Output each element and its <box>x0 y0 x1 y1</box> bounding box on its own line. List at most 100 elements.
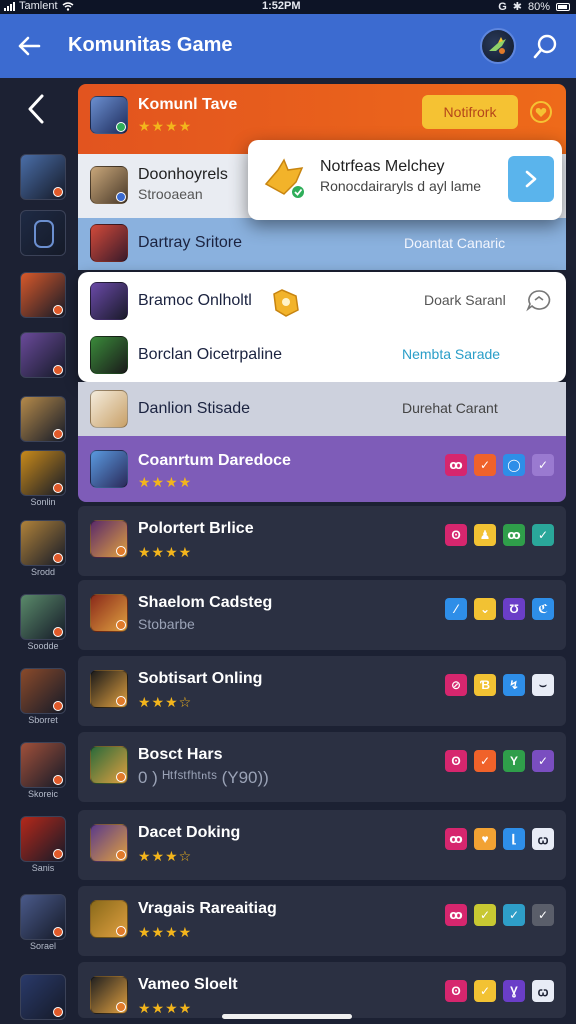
rail-game-item[interactable] <box>20 210 66 257</box>
search-button[interactable] <box>530 32 560 62</box>
game-name: Vragais Rareaitiag <box>138 900 277 917</box>
action-button[interactable]: ꝏ <box>445 828 467 850</box>
game-status: Doark Saranl <box>424 292 506 308</box>
chevron-left-icon <box>28 94 44 124</box>
rail-game-item[interactable] <box>20 272 66 319</box>
notification-popup[interactable]: Notrfeas Melchey Ronocdairaryls d ayl la… <box>248 140 562 220</box>
rail-game-item[interactable] <box>20 974 66 1021</box>
game-row[interactable]: Sobtisart Onling ★★★☆ ⊘ Ɓ ↯ ⌣ <box>78 656 566 726</box>
action-icons: ʘ ✓ Y ✓ <box>445 750 554 772</box>
verified-badge-icon <box>116 546 126 556</box>
game-row[interactable]: Vameo Sloelt ★★★★ ʘ ✓ Ɣꞷ <box>78 962 566 1018</box>
game-row[interactable]: Danlion Stisade Durehat Carant <box>78 382 566 436</box>
action-button[interactable]: ◯ <box>503 454 525 476</box>
game-name: Danlion Stisade <box>138 400 251 417</box>
rail-game-item[interactable]: Sanis <box>20 816 66 873</box>
rail-game-item[interactable] <box>20 396 66 443</box>
rail-game-item[interactable]: Soodde <box>20 594 66 651</box>
game-thumbnail <box>20 154 66 200</box>
rail-game-item[interactable]: Srodd <box>20 520 66 577</box>
carrier-label: Tamlent <box>19 0 58 12</box>
game-thumbnail <box>20 450 66 496</box>
action-button[interactable]: ✓ <box>474 454 496 476</box>
game-row[interactable]: Polortert Brlice ★★★★ ʘ ♟ ꝏ ✓ <box>78 506 566 576</box>
game-name: Coanrtum Daredoce <box>138 452 291 469</box>
action-button[interactable]: ✓ <box>532 524 554 546</box>
action-button[interactable]: Ʊ <box>503 598 525 620</box>
action-button[interactable]: ✓ <box>532 904 554 926</box>
rail-game-label: Soodde <box>27 641 59 651</box>
rail-game-item[interactable]: Sborret <box>20 668 66 725</box>
action-button[interactable]: ꝏ <box>503 524 525 546</box>
notify-button[interactable]: Notifrork <box>422 95 518 129</box>
game-name: Dacet Doking <box>138 824 241 841</box>
heart-icon <box>530 101 552 123</box>
action-button[interactable]: ꞷ <box>532 828 554 850</box>
badge-icon <box>53 775 63 785</box>
game-row[interactable]: Vragais Rareaitiag ★★★★ ꝏ ✓ ✓ ✓ <box>78 886 566 956</box>
game-thumbnail <box>20 210 66 256</box>
action-icons: ꝏ ♥ ⌊ ꞷ <box>445 828 554 850</box>
rail-game-item[interactable]: Sonlin <box>20 450 66 507</box>
action-button[interactable]: ✓ <box>474 904 496 926</box>
badge-icon <box>53 1007 63 1017</box>
action-button[interactable]: ✓ <box>474 750 496 772</box>
rail-game-item[interactable]: Sorael <box>20 894 66 951</box>
popup-open-button[interactable] <box>508 156 554 202</box>
action-button[interactable]: ♟ <box>474 524 496 546</box>
game-row[interactable]: Dartray Sritore Doantat Canaric <box>78 218 566 270</box>
action-button[interactable]: ⌊ <box>503 828 525 850</box>
avatar[interactable] <box>480 28 516 64</box>
action-button[interactable]: ʘ <box>445 750 467 772</box>
rating-stars: ★★★★ <box>138 1000 193 1016</box>
game-group-card[interactable]: Bramoc Onlholtl Doark Saranl Borclan Oic… <box>78 272 566 382</box>
rail-back-button[interactable] <box>22 92 52 126</box>
bird-icon <box>264 158 304 198</box>
rail-game-item[interactable] <box>20 332 66 379</box>
action-button[interactable]: ♥ <box>474 828 496 850</box>
game-thumbnail <box>90 670 128 708</box>
game-row[interactable]: Dacet Doking ★★★☆ ꝏ ♥ ⌊ ꞷ <box>78 810 566 880</box>
action-button[interactable]: ⁄ <box>445 598 467 620</box>
game-thumbnail <box>90 520 128 558</box>
verified-badge-icon <box>116 1002 126 1012</box>
action-button[interactable]: ꞷ <box>532 980 554 1002</box>
action-button[interactable]: Ɣ <box>503 980 525 1002</box>
action-button[interactable]: ✓ <box>474 980 496 1002</box>
verified-badge-icon <box>116 620 126 630</box>
action-button[interactable]: ↯ <box>503 674 525 696</box>
verified-badge-icon <box>116 772 126 782</box>
action-button[interactable]: ✓ <box>532 750 554 772</box>
action-button[interactable]: ⌣ <box>532 674 554 696</box>
game-thumbnail <box>20 894 66 940</box>
action-button[interactable]: ⌄ <box>474 598 496 620</box>
search-icon <box>533 34 557 59</box>
action-button[interactable]: ℭ <box>532 598 554 620</box>
rail-game-item[interactable]: Skoreic <box>20 742 66 799</box>
game-thumbnail <box>20 742 66 788</box>
action-icons: ʘ ♟ ꝏ ✓ <box>445 524 554 546</box>
badge-icon <box>53 305 63 315</box>
game-row[interactable]: Bosct Hars 0 ) ᴴᵗᶠˢᵗᶠʰᵗⁿᵗˢ (Y90)) ʘ ✓ Y ✓ <box>78 732 566 802</box>
action-button[interactable]: ⊘ <box>445 674 467 696</box>
action-button[interactable]: ✓ <box>503 904 525 926</box>
action-button[interactable]: Y <box>503 750 525 772</box>
game-row[interactable]: Coanrtum Daredoce ★★★★ ꝏ ✓ ◯ ✓ <box>78 436 566 502</box>
game-thumbnail <box>90 282 128 320</box>
game-row[interactable]: Shaelom Cadsteg Stobarbe ⁄ ⌄ Ʊ ℭ <box>78 580 566 650</box>
action-button[interactable]: ꝏ <box>445 904 467 926</box>
action-button[interactable]: ʘ <box>445 980 467 1002</box>
favorite-button[interactable] <box>524 95 558 129</box>
back-button[interactable] <box>14 32 44 60</box>
action-button[interactable]: ʘ <box>445 524 467 546</box>
rail-game-label: Sborret <box>28 715 58 725</box>
game-thumbnail <box>20 816 66 862</box>
action-button[interactable]: ✓ <box>532 454 554 476</box>
rail-game-item[interactable] <box>20 154 66 201</box>
game-name: Bosct Hars <box>138 746 223 763</box>
badge-icon <box>53 627 63 637</box>
action-button[interactable]: Ɓ <box>474 674 496 696</box>
action-button[interactable]: ꝏ <box>445 454 467 476</box>
game-status: Doantat Canaric <box>404 235 506 251</box>
chat-icon[interactable] <box>526 288 552 312</box>
